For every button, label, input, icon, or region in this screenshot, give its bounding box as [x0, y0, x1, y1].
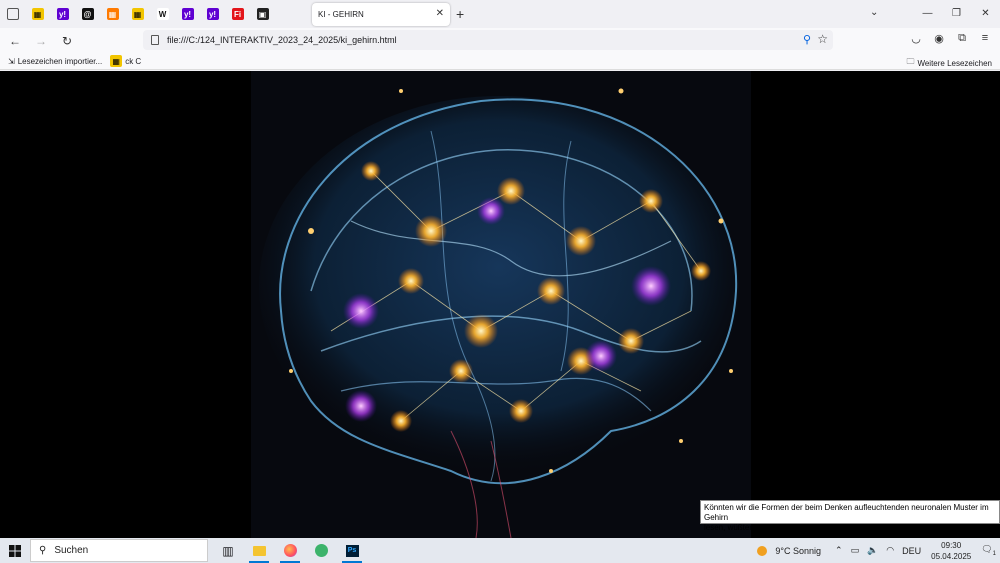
folder-icon — [252, 545, 266, 556]
pinned-tab[interactable]: ▦ — [125, 0, 150, 28]
start-button[interactable] — [0, 538, 30, 563]
list-all-tabs-icon[interactable]: ⌄ — [870, 7, 878, 18]
pinned-tab[interactable] — [0, 0, 25, 28]
clock-date: 05.04.2025 — [931, 551, 972, 561]
firefox-app[interactable] — [276, 538, 304, 563]
task-view-icon: ▥ — [222, 543, 234, 558]
site-favicon-icon: ▦ — [110, 55, 123, 67]
chevron-up-icon[interactable]: ⌃ — [835, 545, 843, 556]
weather-sun-icon — [757, 545, 768, 556]
window-close-icon[interactable]: ✕ — [971, 0, 1000, 28]
clock-time: 09:30 — [941, 540, 962, 550]
window-controls: — ❐ ✕ — [913, 0, 1000, 28]
notification-icon[interactable]: 🗨1 — [981, 544, 996, 557]
photoshop-icon: Ps — [345, 544, 359, 557]
bookmark-import[interactable]: ⇲ Lesezeichen importier... — [8, 57, 102, 66]
extensions-icon[interactable]: ⧉ — [955, 32, 969, 45]
wikipedia-favicon: W — [156, 8, 169, 20]
menu-icon[interactable]: ≡ — [978, 32, 992, 45]
other-bookmarks-label: Weitere Lesezeichen — [917, 58, 992, 68]
notification-count: 1 — [992, 550, 996, 557]
taskbar-search[interactable]: ⚲ Suchen — [30, 539, 208, 562]
pinned-tab[interactable]: Fi — [225, 0, 250, 28]
site-favicon-dark: ▣ — [256, 8, 269, 20]
photoshop-app[interactable]: Ps — [338, 538, 366, 563]
bookmarks-bar: ⇲ Lesezeichen importier... ▦ ck C 🗀 Weit… — [0, 53, 1000, 70]
reload-icon[interactable]: ↻ — [56, 30, 78, 52]
tooltip-line-1: Könnten wir die Formen der beim Denken a… — [704, 503, 989, 522]
pinned-tab[interactable]: ▦ — [100, 0, 125, 28]
pinned-tab[interactable]: @ — [75, 0, 100, 28]
bookmark-item-label: ck C — [125, 56, 142, 66]
taskbar: ⚲ Suchen ▥ Ps 9°C Sonnig ⌃ ▭ 🔈 ◠ DEU 09:… — [0, 538, 1000, 563]
pinned-tab[interactable]: y! — [175, 0, 200, 28]
url-text[interactable]: file:///C:/124_INTERAKTIV_2023_24_2025/k… — [167, 35, 397, 45]
pinned-tab[interactable]: ▣ — [250, 0, 275, 28]
tab-overview-icon — [6, 8, 19, 20]
tab-active[interactable]: KI - GEHIRN ✕ — [312, 3, 450, 26]
pinned-tab[interactable]: ▦ — [25, 0, 50, 28]
new-tab-icon[interactable]: + — [456, 6, 464, 22]
yahoo-favicon: y! — [56, 8, 69, 20]
pinned-tab[interactable]: y! — [50, 0, 75, 28]
account-icon[interactable]: ◉ — [932, 32, 946, 45]
back-icon[interactable]: ← — [4, 30, 26, 52]
taskbar-search-label: Suchen — [54, 545, 89, 556]
yahoo-favicon-2: y! — [181, 8, 194, 20]
volume-icon[interactable]: 🔈 — [867, 545, 878, 556]
pinned-tabs: ▦ y! @ ▦ ▦ Wy! y! Fi ▣ — [0, 0, 275, 28]
file-explorer-app[interactable] — [245, 538, 273, 563]
image-tooltip: Könnten wir die Formen der beim Denken a… — [700, 500, 1000, 532]
site-favicon-orange: ▦ — [106, 8, 119, 20]
tooltip-line-2: lesen, wüßten wir was derjenige gerade d… — [704, 523, 869, 532]
bookmark-item[interactable]: ▦ ck C — [110, 55, 141, 67]
tab-title: KI - GEHIRN — [318, 10, 364, 19]
folder-icon: 🗀 — [906, 57, 915, 66]
yahoo-favicon-3: y! — [206, 8, 219, 20]
search-icon: ⚲ — [39, 545, 47, 556]
other-bookmarks[interactable]: 🗀 Weitere Lesezeichen — [906, 56, 992, 70]
search-icon[interactable]: ⚲ — [803, 33, 811, 46]
weather-text[interactable]: 9°C Sonnig — [775, 546, 821, 556]
forward-icon[interactable]: → — [30, 30, 52, 52]
app-green[interactable] — [307, 538, 335, 563]
navigation-bar: ← → ↻ file:///C:/124_INTERAKTIV_2023_24_… — [0, 28, 1000, 53]
site-favicon-yellow: ▦ — [31, 8, 44, 20]
toolbar-right: ◡ ◉ ⧉ ≡ — [909, 32, 992, 45]
tab-strip: ▦ y! @ ▦ ▦ Wy! y! Fi ▣ KI - GEHIRN ✕ + ⌄ — ❐ ✕ — [0, 0, 1000, 28]
bookmark-star-icon[interactable]: ☆ — [817, 32, 828, 46]
system-tray: 9°C Sonnig ⌃ ▭ 🔈 ◠ DEU 09:30 05.04.2025 … — [753, 538, 1000, 563]
minimize-icon[interactable]: — — [913, 0, 942, 28]
threads-favicon: @ — [81, 8, 94, 20]
brain-neural-network-image — [251, 71, 751, 538]
pocket-icon[interactable]: ◡ — [909, 32, 923, 45]
import-icon: ⇲ — [8, 56, 15, 66]
page-content: Könnten wir die Formen der beim Denken a… — [0, 71, 1000, 538]
fi-favicon: Fi — [231, 8, 244, 20]
url-bar[interactable]: file:///C:/124_INTERAKTIV_2023_24_2025/k… — [143, 30, 833, 50]
restore-icon[interactable]: ❐ — [942, 0, 971, 28]
green-app-icon — [314, 544, 328, 557]
network-icon[interactable]: ◠ — [886, 545, 894, 556]
site-favicon-yellow-2: ▦ — [131, 8, 144, 20]
bookmark-import-label: Lesezeichen importier... — [17, 56, 103, 66]
page-icon — [151, 35, 159, 45]
firefox-icon — [283, 544, 297, 557]
language-indicator[interactable]: DEU — [902, 546, 921, 556]
pinned-tab[interactable]: W — [150, 0, 175, 28]
battery-icon[interactable]: ▭ — [851, 545, 860, 556]
windows-logo-icon — [9, 544, 21, 557]
close-tab-icon[interactable]: ✕ — [436, 8, 444, 19]
task-view-button[interactable]: ▥ — [214, 538, 242, 563]
pinned-tab[interactable]: y! — [200, 0, 225, 28]
clock[interactable]: 09:30 05.04.2025 — [931, 540, 971, 562]
